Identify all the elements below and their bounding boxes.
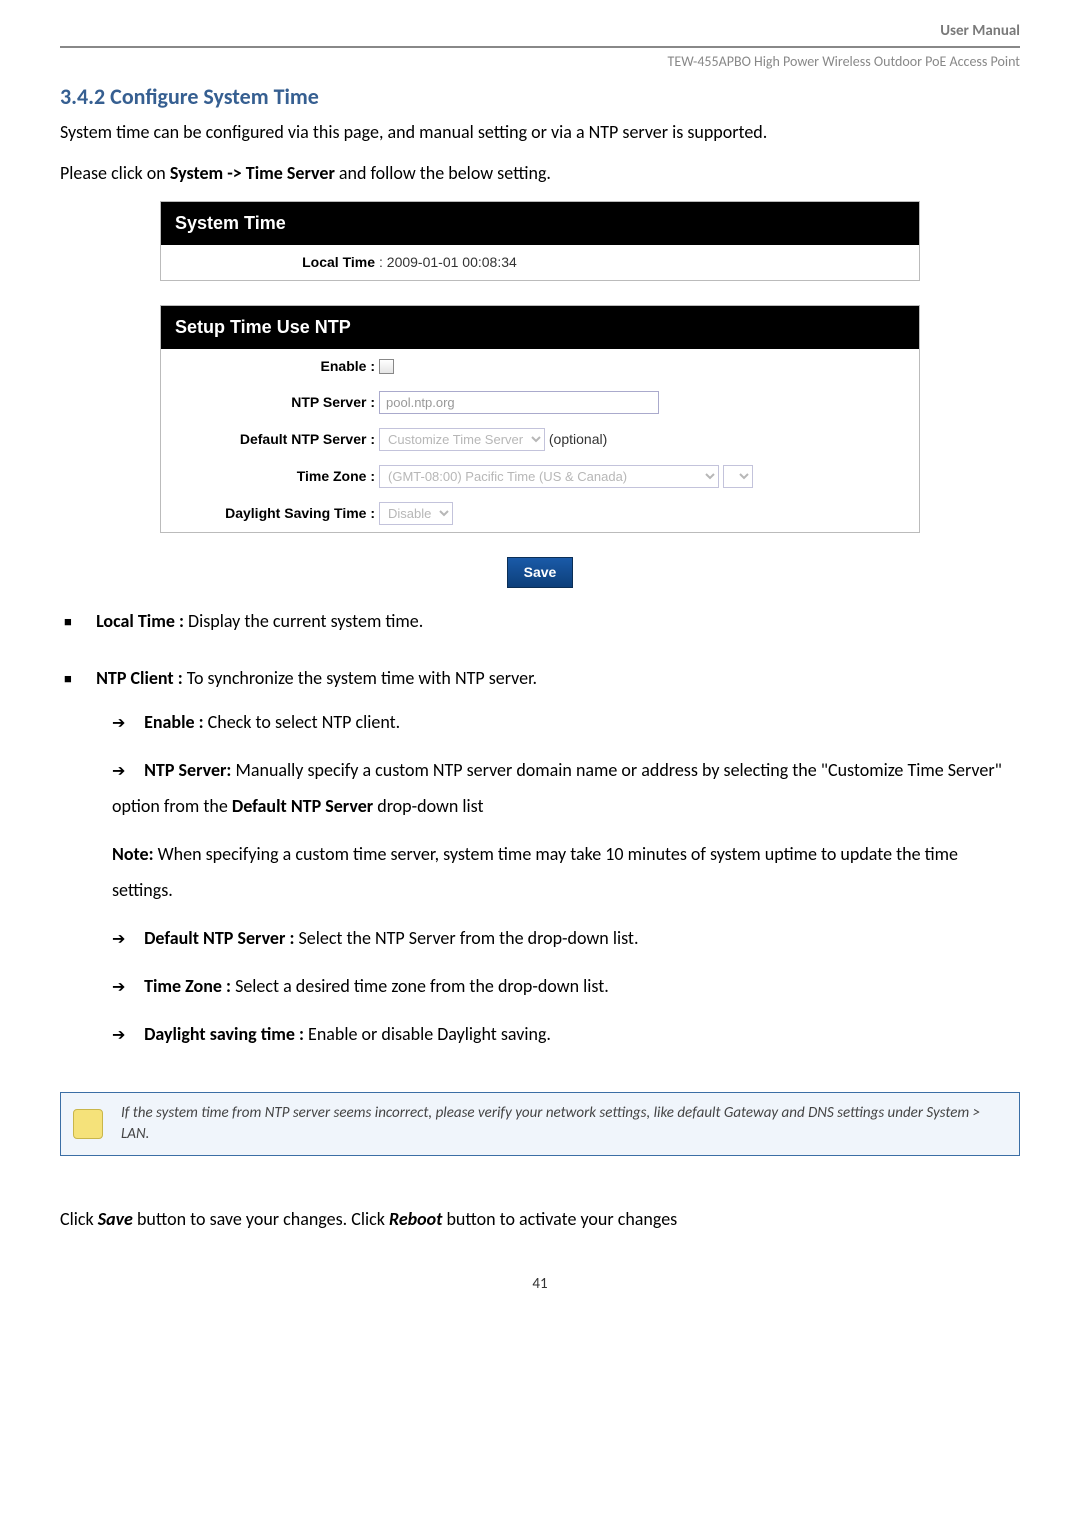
note-icon (73, 1109, 103, 1139)
section-heading: 3.4.2 Configure System Time (60, 80, 1020, 113)
sub-dst-desc: Enable or disable Daylight saving. (304, 1023, 551, 1045)
note-desc: When specifying a custom time server, sy… (112, 843, 958, 901)
bullet-ntp-client-desc: To synchronize the system time with NTP … (183, 667, 537, 689)
default-ntp-label: Default NTP Server : (169, 429, 379, 450)
sub-ntp-server-label: NTP Server: (144, 759, 231, 781)
page-header-label: User Manual (60, 20, 1020, 43)
setup-ntp-panel: Setup Time Use NTP Enable : NTP Server :… (160, 305, 920, 533)
sub-dst: Daylight saving time : Enable or disable… (112, 1016, 1020, 1052)
sub-time-zone: Time Zone : Select a desired time zone f… (112, 968, 1020, 1004)
sub-default-ntp-label: Default NTP Server : (144, 927, 294, 949)
dst-label: Daylight Saving Time : (169, 503, 379, 524)
sub-enable-label: Enable : (144, 711, 204, 733)
ntp-server-row: NTP Server : (161, 384, 919, 421)
default-ntp-row: Default NTP Server : Customize Time Serv… (161, 421, 919, 458)
bullet-local-time-desc: Display the current system time. (184, 610, 423, 632)
closing-reboot: Reboot (389, 1208, 442, 1230)
enable-checkbox[interactable] (379, 359, 394, 374)
save-button[interactable]: Save (507, 557, 574, 588)
sub-ntp-server-desc-bold: Default NTP Server (232, 795, 373, 817)
sub-enable: Enable : Check to select NTP client. (112, 704, 1020, 740)
intro2-pre: Please click on (60, 162, 170, 184)
closing-mid: button to save your changes. Click (133, 1208, 389, 1230)
dst-select[interactable]: Disable (379, 502, 453, 525)
ntp-server-label: NTP Server : (169, 392, 379, 413)
sub-enable-desc: Check to select NTP client. (204, 711, 401, 733)
default-ntp-optional: (optional) (549, 431, 607, 447)
enable-row: Enable : (161, 349, 919, 384)
note-block: Note: When specifying a custom time serv… (112, 836, 1020, 908)
bullet-ntp-client-label: NTP Client : (96, 667, 183, 689)
ntp-server-input[interactable] (379, 391, 659, 414)
sub-ntp-server: NTP Server: Manually specify a custom NT… (112, 752, 1020, 824)
enable-label: Enable : (169, 356, 379, 377)
intro-paragraph-2: Please click on System -> Time Server an… (60, 160, 1020, 187)
time-zone-select[interactable]: (GMT-08:00) Pacific Time (US & Canada) (379, 465, 719, 488)
callout-text: If the system time from NTP server seems… (121, 1104, 980, 1143)
bullet-local-time: Local Time : Display the current system … (64, 608, 1020, 635)
sub-default-ntp: Default NTP Server : Select the NTP Serv… (112, 920, 1020, 956)
page-number: 41 (60, 1273, 1020, 1296)
intro2-bold: System -> Time Server (170, 162, 335, 184)
system-time-panel: System Time Local Time : 2009-01-01 00:0… (160, 201, 920, 281)
closing-pre: Click (60, 1208, 98, 1230)
local-time-value: : 2009-01-01 00:08:34 (379, 252, 911, 273)
sub-tz-label: Time Zone : (144, 975, 231, 997)
callout-note-box: If the system time from NTP server seems… (60, 1092, 1020, 1156)
closing-save: Save (98, 1208, 133, 1230)
closing-post: button to activate your changes (442, 1208, 677, 1230)
intro-paragraph-1: System time can be configured via this p… (60, 119, 1020, 146)
default-ntp-select[interactable]: Customize Time Server (379, 428, 545, 451)
note-label: Note: (112, 843, 154, 865)
sub-tz-desc: Select a desired time zone from the drop… (231, 975, 609, 997)
local-time-row: Local Time : 2009-01-01 00:08:34 (161, 245, 919, 280)
intro2-post: and follow the below setting. (335, 162, 551, 184)
time-zone-extra-select[interactable] (723, 465, 753, 488)
bullet-ntp-client: NTP Client : To synchronize the system t… (64, 665, 1020, 1052)
setup-ntp-header: Setup Time Use NTP (161, 306, 919, 349)
product-name: TEW-455APBO High Power Wireless Outdoor … (60, 51, 1020, 72)
local-time-label: Local Time (169, 252, 379, 273)
time-zone-label: Time Zone : (169, 466, 379, 487)
sub-dst-label: Daylight saving time : (144, 1023, 304, 1045)
time-zone-row: Time Zone : (GMT-08:00) Pacific Time (US… (161, 458, 919, 495)
sub-default-ntp-desc: Select the NTP Server from the drop-down… (294, 927, 638, 949)
sub-ntp-server-desc-post: drop-down list (373, 795, 483, 817)
closing-paragraph: Click Save button to save your changes. … (60, 1206, 1020, 1233)
bullet-local-time-label: Local Time : (96, 610, 184, 632)
dst-row: Daylight Saving Time : Disable (161, 495, 919, 532)
system-time-header: System Time (161, 202, 919, 245)
